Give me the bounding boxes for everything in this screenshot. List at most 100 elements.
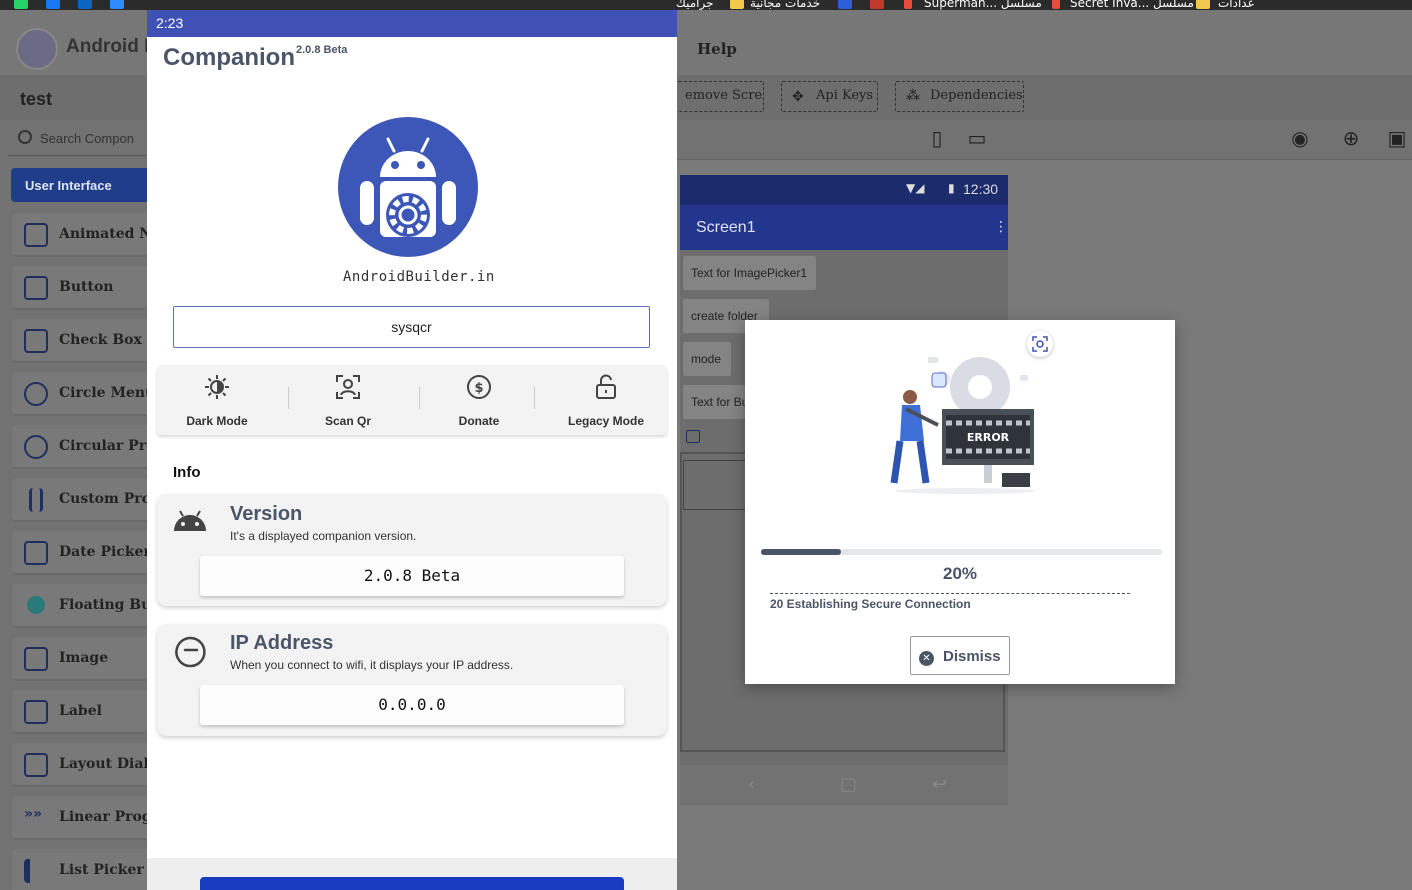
- android-builder-logo-icon: [16, 28, 58, 70]
- divider: [534, 387, 535, 409]
- palette-item-label: Date Picker: [59, 544, 151, 560]
- bookmark-item[interactable]: Secret Inva... مسلسل: [1070, 0, 1194, 10]
- bookmarks-bar: جراميك خدمات مجانية Superman... مسلسل Se…: [0, 0, 1412, 10]
- progress-bar: [761, 549, 842, 555]
- scan-qr-button[interactable]: Scan Qr: [298, 370, 398, 432]
- companion-title: Companion: [163, 44, 295, 71]
- emulator-nav-bar: ‹ ▢ ↩: [680, 765, 1008, 805]
- palette-item-label: Image: [59, 650, 109, 666]
- palette-item-label-text: Label: [59, 703, 102, 719]
- brightness-icon: [205, 375, 229, 399]
- word-icon[interactable]: [838, 0, 852, 9]
- palette-item-label: Check Box: [59, 332, 142, 348]
- dependencies-icon: ⁂: [906, 88, 920, 104]
- divider: [419, 387, 420, 409]
- bookmark-item[interactable]: جراميك: [676, 0, 714, 10]
- palette-item-label: Button: [59, 279, 114, 295]
- error-text: ERROR: [967, 431, 1010, 444]
- api-keys-button[interactable]: ✥ Api Keys: [781, 81, 878, 112]
- palette-item-label: Floating But: [59, 597, 152, 613]
- image-picker-icon[interactable]: [686, 430, 700, 443]
- emulator-button[interactable]: mode: [683, 342, 731, 376]
- bookmark-item[interactable]: عدادات: [1218, 0, 1255, 10]
- emulator-button[interactable]: Text for ImagePicker1: [683, 256, 816, 290]
- wifi-icon: ▼◢: [906, 181, 925, 195]
- close-circle-icon: ✕: [919, 651, 934, 666]
- connect-button[interactable]: [200, 877, 624, 890]
- donate-button[interactable]: $ Donate: [429, 370, 529, 432]
- tab-user-interface[interactable]: User Interface: [11, 168, 151, 202]
- palette-search-input[interactable]: Search Compon: [8, 122, 158, 156]
- ide-brand: Android B: [66, 36, 158, 57]
- battery-icon: ▮: [948, 181, 955, 195]
- bookmark-item[interactable]: Superman... مسلسل: [924, 0, 1042, 10]
- emulator-screen-title: Screen1: [696, 219, 756, 236]
- bookmark-icon[interactable]: [110, 0, 124, 9]
- list-icon: [24, 223, 48, 247]
- legacy-mode-label: Legacy Mode: [567, 414, 645, 428]
- palette-item-label: Layout Dialo: [59, 756, 152, 772]
- floating-button-icon: [27, 596, 45, 614]
- version-superscript: 2.0.8 Beta: [296, 44, 347, 56]
- legacy-mode-button[interactable]: Legacy Mode: [556, 370, 656, 432]
- home-icon[interactable]: ▢: [840, 774, 857, 795]
- image-icon: [24, 647, 48, 671]
- api-keys-label: Api Keys: [816, 88, 874, 103]
- recents-icon[interactable]: ↩: [932, 774, 947, 795]
- info-heading: Info: [173, 464, 201, 481]
- wifi-off-icon: [175, 636, 206, 668]
- pin-icon: [1052, 0, 1060, 9]
- help-menu[interactable]: Help: [697, 40, 737, 58]
- version-number: 2.0.8: [296, 44, 321, 56]
- ip-address-subtitle: When you connect to wifi, it displays yo…: [230, 658, 514, 672]
- eye-icon[interactable]: ◉: [1285, 126, 1315, 154]
- palette-item-label: Custom Prog: [59, 491, 152, 507]
- dark-mode-button[interactable]: Dark Mode: [167, 370, 267, 432]
- status-message: 20 Establishing Secure Connection: [770, 597, 971, 611]
- overflow-menu-icon[interactable]: ⋮: [994, 219, 1008, 235]
- dependencies-label: Dependencies: [930, 88, 1023, 103]
- divider: [288, 387, 289, 409]
- code-input[interactable]: [173, 306, 650, 348]
- save-icon[interactable]: ▣: [1382, 126, 1412, 154]
- emulator-status-bar: ▼◢ ▮: [680, 175, 1008, 205]
- unlock-icon: [596, 374, 616, 399]
- zoom-in-icon[interactable]: ⊕: [1336, 126, 1366, 154]
- list-picker-icon: [24, 859, 48, 883]
- layout-dialog-icon: [24, 753, 48, 777]
- calendar-icon: [24, 541, 48, 565]
- bookmark-icon[interactable]: [870, 0, 884, 9]
- emulator-time: 12:30: [963, 181, 999, 197]
- palette-item-label: Circular Prog: [59, 438, 152, 454]
- scan-qr-label: Scan Qr: [324, 414, 372, 428]
- linear-progress-icon: »»: [24, 806, 43, 822]
- checkbox-icon: [24, 329, 48, 353]
- facebook-icon[interactable]: [46, 0, 60, 9]
- version-title: Version: [230, 503, 303, 525]
- emulator-inner-box: [683, 460, 753, 510]
- tablet-preview-icon[interactable]: ▭: [962, 126, 992, 154]
- ip-address-value: 0.0.0.0: [200, 685, 624, 725]
- folder-icon: [730, 0, 744, 9]
- svg-text:$: $: [474, 381, 483, 396]
- pin-icon: [904, 0, 912, 9]
- progress-percent: 20%: [942, 564, 978, 583]
- custom-progress-icon: [29, 488, 43, 512]
- dependencies-button[interactable]: ⁂ Dependencies: [895, 81, 1024, 112]
- donate-label: Donate: [458, 414, 500, 428]
- palette-item-label: List Picker: [59, 862, 144, 878]
- error-illustration: ERROR: [890, 357, 1035, 494]
- version-value: 2.0.8 Beta: [200, 556, 624, 596]
- circle-menu-icon: [24, 382, 48, 406]
- remove-screen-button[interactable]: emove Screen: [677, 81, 764, 112]
- whatsapp-icon[interactable]: [14, 0, 28, 9]
- phone-preview-icon[interactable]: ▯: [922, 126, 952, 154]
- companion-time: 2:23: [156, 15, 184, 31]
- ip-address-title: IP Address: [230, 632, 334, 654]
- meta-icon[interactable]: [78, 0, 92, 9]
- bookmark-item[interactable]: خدمات مجانية: [750, 0, 820, 10]
- back-icon[interactable]: ‹: [748, 774, 755, 795]
- emulator-button[interactable]: Text for Bu: [683, 385, 745, 419]
- scan-face-icon: [336, 375, 360, 399]
- dollar-circle-icon: $: [467, 375, 491, 399]
